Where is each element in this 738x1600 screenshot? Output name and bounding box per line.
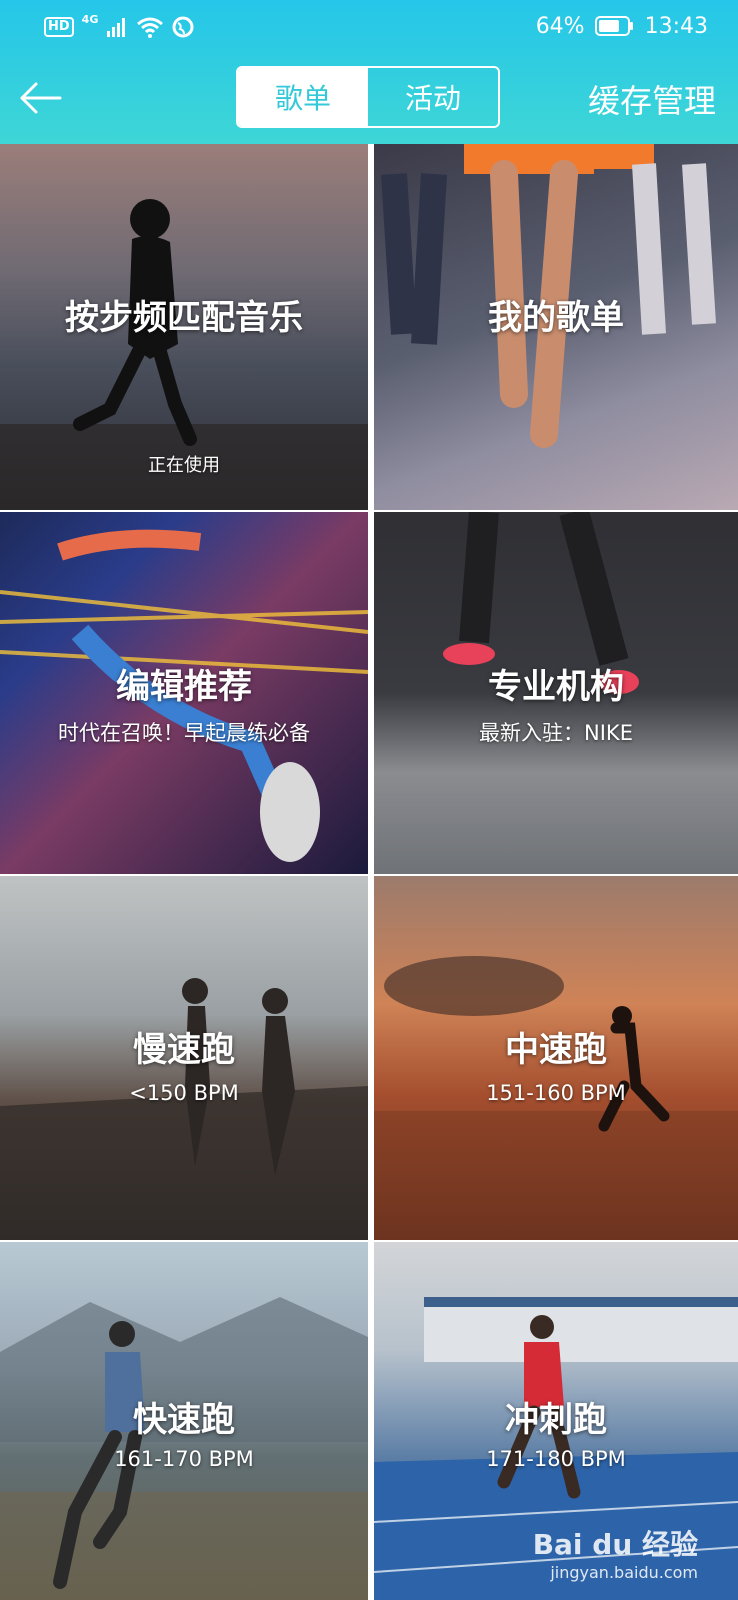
tab-activities[interactable]: 活动 — [368, 68, 498, 126]
tile-title: 专业机构 — [488, 667, 624, 707]
tile-title: 我的歌单 — [488, 298, 624, 338]
tile-slow-run[interactable]: 慢速跑 <150 BPM — [0, 876, 368, 1240]
tile-sprint[interactable]: 冲刺跑 171-180 BPM Bai du 经验 jingyan.baidu.… — [374, 1242, 738, 1600]
signal-icon — [107, 18, 126, 37]
tile-subtitle: <150 BPM — [129, 1081, 239, 1105]
tile-subtitle: 171-180 BPM — [486, 1447, 626, 1471]
battery-icon — [594, 16, 633, 36]
tile-title: 按步频匹配音乐 — [65, 298, 303, 338]
cache-management-button[interactable]: 缓存管理 — [588, 74, 716, 124]
globe-icon — [172, 16, 194, 38]
tile-subtitle: 时代在召唤！早起晨练必备 — [58, 721, 310, 745]
tile-subtitle: 151-160 BPM — [486, 1081, 626, 1105]
tile-title: 快速跑 — [133, 1400, 235, 1440]
tile-medium-run[interactable]: 中速跑 151-160 BPM — [374, 876, 738, 1240]
wifi-icon — [137, 17, 164, 38]
back-button[interactable] — [16, 74, 64, 122]
battery-percent: 64% — [535, 13, 585, 39]
tab-playlists[interactable]: 歌单 — [238, 68, 368, 126]
hd-badge: HD — [44, 17, 74, 37]
tile-subtitle: 161-170 BPM — [114, 1447, 254, 1471]
status-left: HD 4G — [44, 12, 194, 42]
tile-professional-orgs[interactable]: 专业机构 最新入驻：NIKE — [374, 512, 738, 874]
tile-title: 慢速跑 — [133, 1030, 235, 1070]
baidu-watermark: Bai du 经验 jingyan.baidu.com — [533, 1523, 698, 1582]
tile-my-playlist[interactable]: 我的歌单 — [374, 144, 738, 510]
clock: 13:43 — [644, 13, 708, 39]
app-header: HD 4G 64% 13:43 歌单 活动 缓存管理 — [0, 0, 738, 144]
tile-editors-picks[interactable]: 编辑推荐 时代在召唤！早起晨练必备 — [0, 512, 368, 874]
watermark-logo: Bai du 经验 — [532, 1528, 698, 1561]
status-bar: HD 4G 64% 13:43 — [0, 0, 738, 54]
tile-subtitle: 正在使用 — [148, 455, 220, 476]
tile-cadence-match[interactable]: 按步频匹配音乐 正在使用 — [0, 144, 368, 510]
tile-title: 冲刺跑 — [505, 1400, 607, 1440]
tile-fast-run[interactable]: 快速跑 161-170 BPM — [0, 1242, 368, 1600]
nav-bar: 歌单 活动 缓存管理 — [0, 58, 738, 144]
tile-subtitle: 最新入驻：NIKE — [479, 721, 633, 745]
tile-title: 中速跑 — [505, 1030, 607, 1070]
status-right: 64% 13:43 — [536, 10, 708, 42]
network-label: 4G — [81, 12, 99, 26]
segmented-control: 歌单 活动 — [236, 66, 500, 128]
watermark-url: jingyan.baidu.com — [550, 1563, 698, 1582]
tile-title: 编辑推荐 — [116, 667, 252, 707]
playlist-grid: 按步频匹配音乐 正在使用 我的歌单 编辑推荐 时代在召唤！早起晨练必备 专业机构 — [0, 144, 738, 1600]
arrow-left-icon — [20, 82, 62, 114]
